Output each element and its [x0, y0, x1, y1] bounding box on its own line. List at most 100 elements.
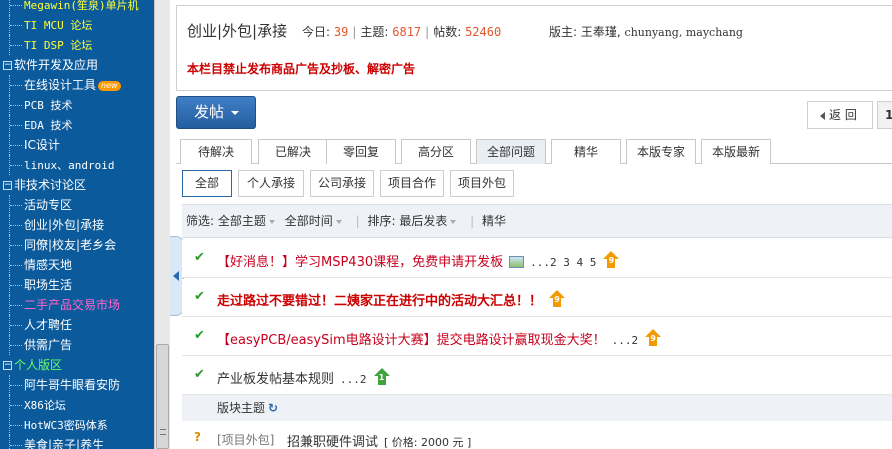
hot-level: 9 [608, 256, 615, 265]
thread-title-link[interactable]: 【好消息！】学习MSP430课程，免费申请开发板 [217, 255, 503, 270]
tree-line-icon [9, 315, 10, 335]
tree-category[interactable]: − 非技术讨论区 [0, 175, 154, 195]
sidebar-item[interactable]: X86论坛 [0, 395, 154, 415]
forum-main: 创业|外包|承接 今日: 39 | 主题: 6817 | 帖数: 52460 版主: 王… [176, 0, 892, 449]
sidebar-item[interactable]: TI MCU 论坛 [0, 15, 154, 35]
tab-unsolved[interactable]: 待解决 [180, 139, 252, 164]
tab-zero-reply[interactable]: 零回复 [326, 139, 396, 164]
sidebar-item[interactable]: 活动专区 [0, 195, 154, 215]
back-label: 返 回 [829, 108, 857, 122]
subtab-personal[interactable]: 个人承接 [238, 170, 304, 197]
sidebar-item[interactable]: PCB 技术 [0, 95, 154, 115]
sidebar-item[interactable]: 同僚|校友|老乡会 [0, 235, 154, 255]
thread-title-link: 招兼职硬件调试 [ 价格: 2000 元 ] [287, 431, 471, 449]
page-number-button[interactable]: 1 [877, 101, 892, 129]
tree-branch-icon [10, 385, 22, 386]
digest-filter-link[interactable]: 精华 [482, 214, 506, 228]
thread-pages[interactable]: ...2 3 4 5 [530, 256, 596, 269]
sidebar-item[interactable]: 情感天地 [0, 255, 154, 275]
scrollbar-thumb[interactable] [156, 344, 169, 449]
sidebar-item-label: 职场生活 [24, 278, 73, 292]
thread-category[interactable]: [项目外包] [217, 431, 274, 448]
subtab-all[interactable]: 全部 [182, 170, 232, 197]
sidebar-item[interactable]: 职场生活 [0, 275, 154, 295]
forum-stats: 今日: 39 | 主题: 6817 | 帖数: 52460 [302, 25, 502, 39]
tree-line-icon [9, 235, 10, 255]
tab-experts[interactable]: 本版专家 [626, 139, 696, 164]
tree-line-icon [9, 95, 10, 115]
today-label: 今日: [302, 25, 331, 39]
sidebar-scrollbar[interactable] [154, 0, 170, 449]
sidebar-item[interactable]: 人才聘任 [0, 315, 154, 335]
check-icon: ✔ [194, 250, 205, 265]
sidebar-item[interactable]: Megawin(笙泉)单片机 [0, 0, 154, 15]
sidebar-item[interactable]: linux、android [0, 155, 154, 175]
collapse-minus-icon[interactable]: − [3, 181, 12, 190]
moderators-label: 版主: [549, 25, 578, 39]
filter-topic-dropdown[interactable]: 全部主题 [218, 214, 266, 228]
sidebar-item[interactable]: 供需广告 [0, 335, 154, 355]
moderator-others-links[interactable]: chunyang, maychang [625, 26, 743, 39]
tree-line-icon [9, 155, 10, 175]
tab-high-score[interactable]: 高分区 [401, 139, 471, 164]
sidebar-item[interactable]: HotWC3密码体系 [0, 415, 154, 435]
chevron-left-icon [820, 111, 825, 120]
tree-branch-icon [10, 205, 22, 206]
tree-line-icon [9, 375, 10, 395]
sidebar-item-label: Megawin(笙泉)单片机 [24, 0, 139, 12]
hot-arrow-icon: 9 [602, 251, 620, 269]
sidebar-item[interactable]: TI DSP 论坛 [0, 35, 154, 55]
tree-category[interactable]: − 个人版区 [0, 355, 154, 375]
tree-branch-icon [10, 405, 22, 406]
tab-solved[interactable]: 已解决 [258, 139, 328, 164]
thread-title-text[interactable]: 招兼职硬件调试 [287, 435, 378, 449]
sidebar-item-label: 同僚|校友|老乡会 [24, 238, 117, 252]
sidebar-item[interactable]: 二手产品交易市场 [0, 295, 154, 315]
sort-dropdown[interactable]: 最后发表 [399, 214, 447, 228]
filter-time-dropdown[interactable]: 全部时间 [285, 214, 333, 228]
tree-line-icon [9, 215, 10, 235]
collapse-minus-icon[interactable]: − [3, 361, 12, 370]
sidebar-item[interactable]: 美食|亲子|养生 [0, 435, 154, 449]
subtab-cooperation[interactable]: 项目合作 [380, 170, 444, 197]
thread-title-link[interactable]: 走过路过不要错过！二姨家正在进行中的活动大汇总！！ [217, 294, 542, 309]
tree-branch-icon [10, 165, 22, 166]
thread-title-link[interactable]: 产业板发帖基本规则 [217, 372, 334, 387]
tree-line-icon [9, 115, 10, 135]
thread-pages[interactable]: ...2 [340, 373, 367, 386]
table-row: ✔ 走过路过不要错过！二姨家正在进行中的活动大汇总！！ 9 [182, 279, 892, 317]
tab-latest[interactable]: 本版最新 [701, 139, 771, 164]
back-button[interactable]: 返 回 [807, 101, 873, 129]
moderator-primary-link[interactable]: 王奉瑾, [581, 25, 621, 39]
hot-level: 9 [554, 295, 560, 304]
sidebar-item[interactable]: IC设计 [0, 135, 154, 155]
sidebar-item-label: TI MCU 论坛 [24, 19, 93, 32]
dropdown-arrow-icon [450, 219, 457, 224]
sidebar-item[interactable]: 阿牛哥牛眼看安防 [0, 375, 154, 395]
refresh-icon[interactable]: ↻ [268, 401, 278, 415]
subtab-outsourcing[interactable]: 项目外包 [450, 170, 514, 197]
sidebar-item[interactable]: 创业|外包|承接 [0, 215, 154, 235]
tree-line-icon [9, 395, 10, 415]
thread-pages[interactable]: ...2 [612, 334, 639, 347]
tree-line-icon [9, 15, 10, 35]
sidebar-item-label: HotWC3密码体系 [24, 419, 108, 432]
subtab-company[interactable]: 公司承接 [310, 170, 374, 197]
collapse-minus-icon[interactable]: − [3, 61, 12, 70]
sidebar-item-label: 阿牛哥牛眼看安防 [24, 378, 121, 392]
table-row: ? [项目外包] 招兼职硬件调试 [ 价格: 2000 元 ] [182, 427, 892, 449]
sidebar-item-label: 软件开发及应用 [14, 58, 99, 72]
sidebar-item-label: 美食|亲子|养生 [24, 438, 105, 449]
sidebar-item[interactable]: EDA 技术 [0, 115, 154, 135]
tree-category[interactable]: − 软件开发及应用 [0, 55, 154, 75]
thread-title-link[interactable]: 【easyPCB/easySim电路设计大赛】提交电路设计赢取现金大奖！ [217, 333, 606, 348]
tab-all-questions[interactable]: 全部问题 [476, 139, 546, 164]
tree-line-icon [9, 35, 10, 55]
hot-arrow-icon: 9 [548, 290, 566, 308]
tab-digest[interactable]: 精华 [551, 139, 621, 164]
image-icon [509, 256, 525, 268]
sidebar-item[interactable]: 在线设计工具 new [0, 75, 154, 95]
new-post-button[interactable]: 发帖 [176, 96, 256, 129]
topics-label: 主题: [360, 25, 389, 39]
tree-branch-icon [10, 25, 22, 26]
